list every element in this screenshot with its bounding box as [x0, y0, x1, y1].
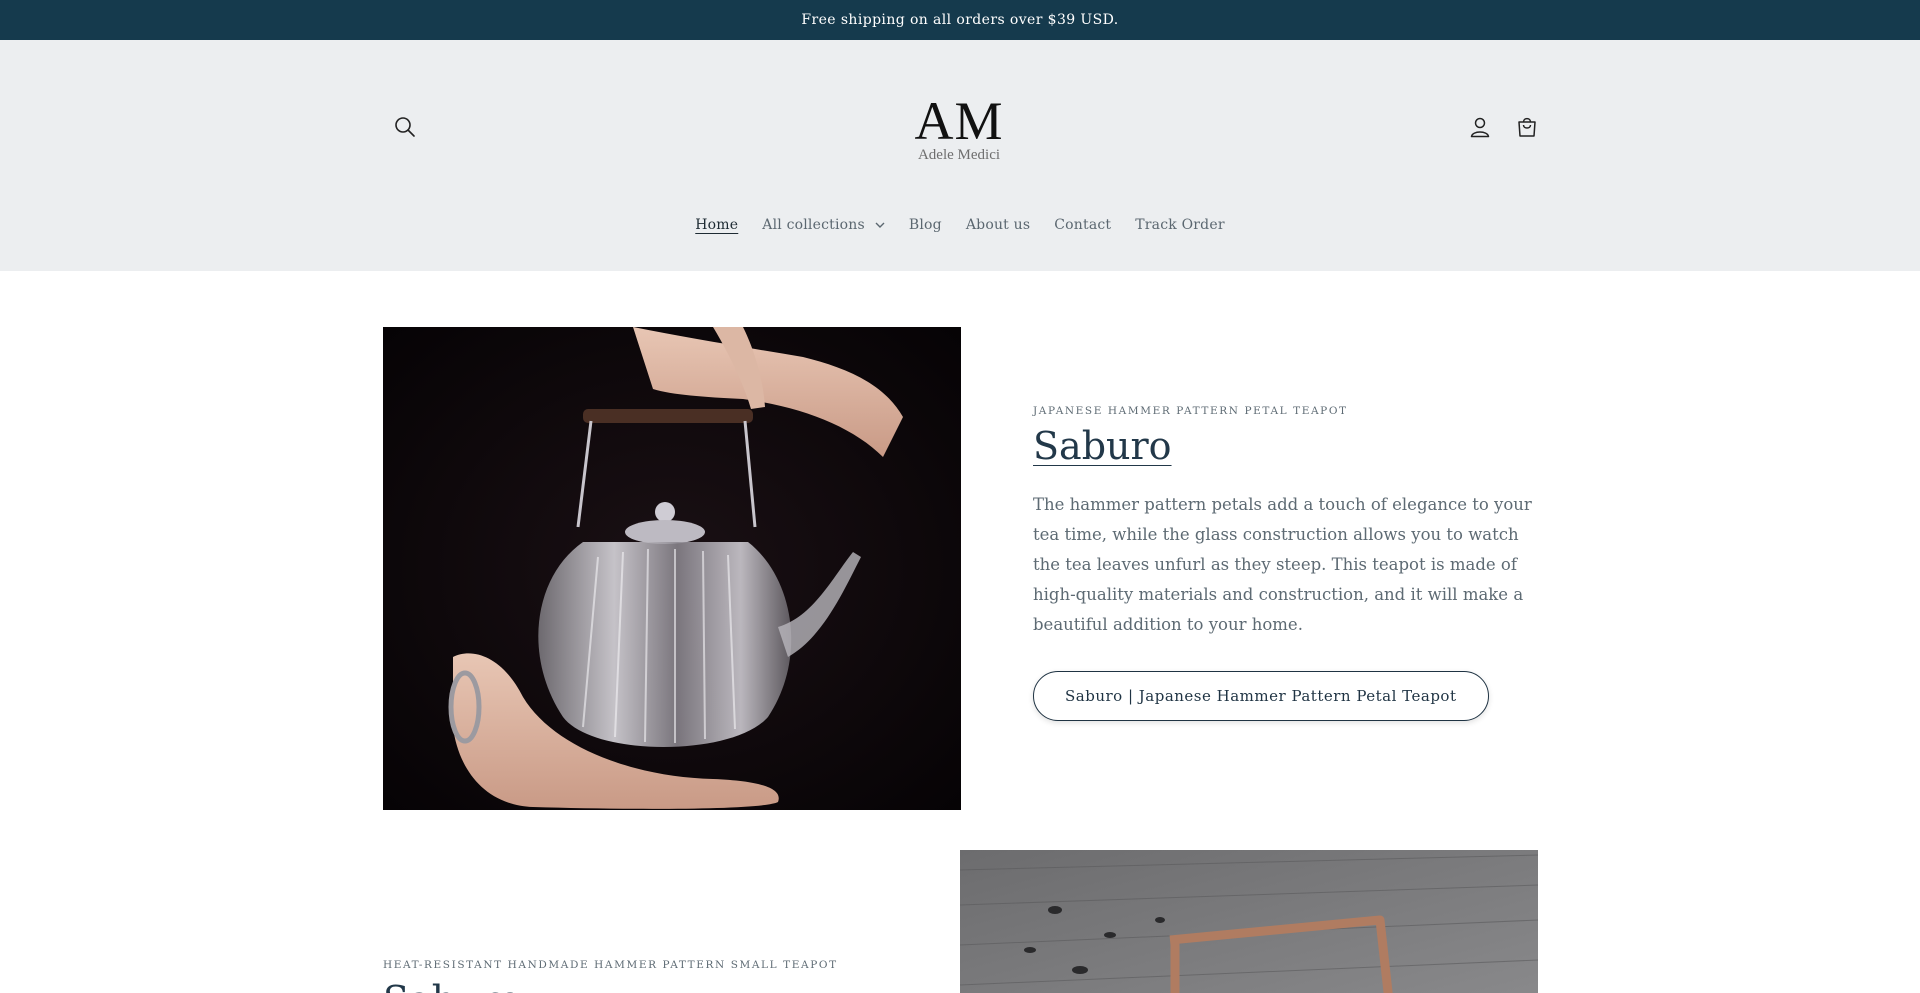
main-nav: Home All collections Blog About us Conta…: [0, 217, 1920, 233]
account-icon[interactable]: [1465, 112, 1495, 142]
nav-item-blog[interactable]: Blog: [909, 217, 942, 233]
logo-subtitle: Adele Medici: [917, 147, 1001, 163]
feature-text-2: HEAT-RESISTANT HANDMADE HAMMER PATTERN S…: [383, 958, 903, 993]
feature-kicker: HEAT-RESISTANT HANDMADE HAMMER PATTERN S…: [383, 959, 838, 971]
copper-handle-teapot-photo: [960, 850, 1538, 993]
nav-item-label: Blog: [908, 217, 942, 233]
nav-item-track-order[interactable]: Track Order: [1135, 217, 1224, 233]
feature-cta-button[interactable]: Saburo | Japanese Hammer Pattern Petal T…: [1033, 671, 1489, 721]
cart-icon[interactable]: [1512, 112, 1542, 142]
feature-kicker: JAPANESE HAMMER PATTERN PETAL TEAPOT: [1033, 405, 1348, 417]
announcement-bar: Free shipping on all orders over $39 USD…: [0, 0, 1920, 40]
feature-description: The hammer pattern petals add a touch of…: [1033, 495, 1532, 634]
feature-title-link[interactable]: Saburo: [383, 976, 522, 993]
nav-item-label: About us: [965, 217, 1031, 233]
nav-item-about-us[interactable]: About us: [966, 217, 1030, 233]
feature-text-1: JAPANESE HAMMER PATTERN PETAL TEAPOT Sab…: [1033, 404, 1538, 721]
nav-item-label: All collections: [762, 217, 865, 233]
chevron-down-icon: [875, 222, 885, 228]
announcement-text: Free shipping on all orders over $39 USD…: [801, 12, 1119, 28]
feature-title-link[interactable]: Saburo: [1033, 422, 1172, 470]
nav-item-home[interactable]: Home: [695, 217, 738, 233]
nav-item-contact[interactable]: Contact: [1054, 217, 1111, 233]
glass-teapot-photo: [383, 327, 961, 810]
logo-mark: AM: [914, 91, 1004, 151]
nav-item-label: Track Order: [1135, 217, 1225, 233]
nav-item-label: Contact: [1054, 217, 1112, 233]
nav-item-label: Home: [695, 217, 739, 233]
site-header: AM Adele Medici Home All collections Blo…: [0, 40, 1920, 271]
search-icon[interactable]: [390, 112, 420, 142]
site-logo[interactable]: AM Adele Medici: [860, 91, 1058, 164]
nav-item-all-collections[interactable]: All collections: [762, 217, 885, 233]
